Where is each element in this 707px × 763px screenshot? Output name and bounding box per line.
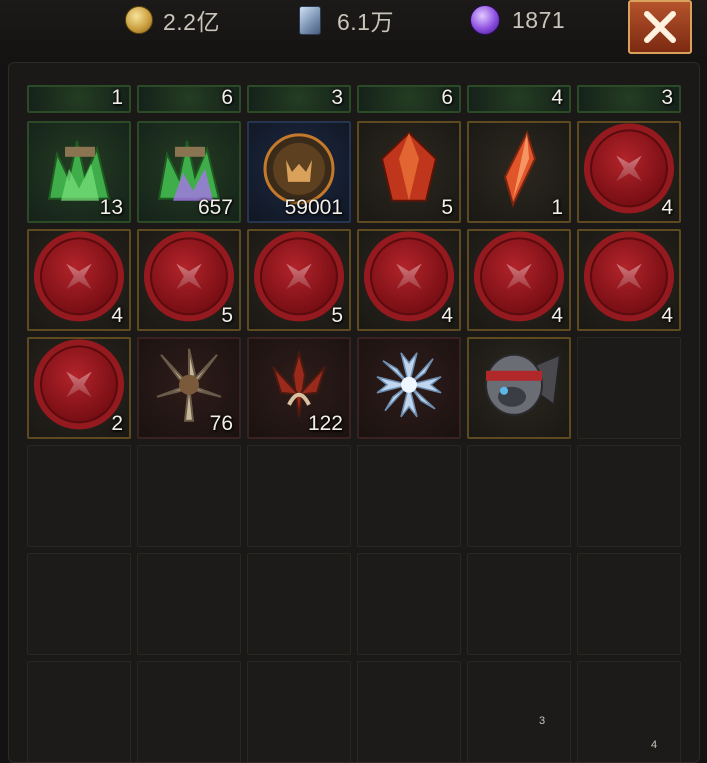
fire-crystal-icon: [380, 131, 438, 202]
footer-number: 3: [539, 715, 546, 727]
item-count: 6: [221, 86, 233, 109]
inventory-slot[interactable]: [357, 337, 461, 439]
ice-flower-icon: [376, 352, 442, 418]
item-count: 3: [331, 86, 343, 109]
inventory-slot[interactable]: 122: [247, 337, 351, 439]
item-count: 5: [221, 304, 233, 327]
item-count: 122: [307, 412, 343, 435]
inventory-slot[interactable]: 5: [247, 229, 351, 331]
item-count: 4: [661, 304, 673, 327]
inventory-slot[interactable]: 2: [27, 337, 131, 439]
item-count: 5: [331, 304, 343, 327]
purple-orb-icon: [470, 5, 500, 35]
card-currency: 6.1万: [299, 4, 394, 36]
inventory-slot[interactable]: 59001: [247, 121, 351, 223]
empty-slot[interactable]: [357, 661, 461, 762]
orb-value: 1871: [512, 6, 566, 33]
item-count: 4: [551, 86, 563, 109]
inventory-slot[interactable]: 4: [577, 229, 681, 331]
gold-coin-icon: [125, 6, 153, 34]
item-count: 2: [111, 412, 123, 435]
inventory-slot[interactable]: 6: [137, 85, 241, 113]
item-count: 13: [99, 196, 123, 219]
close-icon: [644, 11, 676, 43]
inventory-slot[interactable]: 4: [467, 85, 571, 113]
empty-slot[interactable]: [27, 445, 131, 547]
inventory-slot[interactable]: 5: [137, 229, 241, 331]
empty-slot[interactable]: [577, 553, 681, 655]
item-count: 1: [551, 196, 563, 219]
inventory-slot[interactable]: 1: [467, 121, 571, 223]
inventory-slot[interactable]: 4: [467, 229, 571, 331]
empty-slot[interactable]: [247, 661, 351, 762]
inventory-slot[interactable]: 3: [577, 85, 681, 113]
inventory-slot[interactable]: 5: [357, 121, 461, 223]
bandit-helmet-icon: [485, 353, 562, 416]
item-count: 3: [661, 86, 673, 109]
card-icon: [299, 5, 321, 35]
item-count: 657: [197, 196, 233, 219]
orb-currency: 1871: [470, 4, 565, 36]
empty-slot[interactable]: [27, 553, 131, 655]
inventory-panel: 1 6 3 6 4 3 13 657 59001 5 1 4 4 5 5 4 4…: [8, 62, 700, 763]
item-count: 5: [441, 196, 453, 219]
empty-slot[interactable]: [467, 553, 571, 655]
empty-slot[interactable]: [467, 445, 571, 547]
empty-slot[interactable]: [577, 337, 681, 439]
empty-slot[interactable]: [137, 661, 241, 762]
inventory-slot[interactable]: 657: [137, 121, 241, 223]
empty-slot[interactable]: [577, 661, 681, 762]
inventory-slot[interactable]: 4: [27, 229, 131, 331]
empty-slot[interactable]: [357, 553, 461, 655]
inventory-slot[interactable]: 4: [577, 121, 681, 223]
inventory-slot[interactable]: 4: [357, 229, 461, 331]
item-count: 76: [209, 412, 233, 435]
close-button[interactable]: [628, 0, 692, 54]
item-count: 6: [441, 86, 453, 109]
gold-currency: 2.2亿: [125, 4, 220, 36]
empty-slot[interactable]: [357, 445, 461, 547]
item-count: 59001: [284, 196, 343, 219]
item-count: 4: [551, 304, 563, 327]
empty-slot[interactable]: [137, 445, 241, 547]
inventory-slot[interactable]: 13: [27, 121, 131, 223]
item-count: 4: [661, 196, 673, 219]
currency-bar: 2.2亿 6.1万 1871: [0, 0, 707, 60]
empty-slot[interactable]: [137, 553, 241, 655]
inventory-slot[interactable]: [467, 337, 571, 439]
item-count: 4: [441, 304, 453, 327]
empty-slot[interactable]: [247, 553, 351, 655]
footer-number: 4: [651, 739, 658, 751]
empty-slot[interactable]: [27, 661, 131, 762]
item-count: 1: [111, 86, 123, 109]
inventory-slot[interactable]: 1: [27, 85, 131, 113]
ember-shard-icon: [503, 130, 537, 208]
card-value: 6.1万: [337, 9, 394, 35]
empty-slot[interactable]: [577, 445, 681, 547]
empty-slot[interactable]: [247, 445, 351, 547]
inventory-slot[interactable]: 6: [357, 85, 461, 113]
empty-slot[interactable]: [467, 661, 571, 762]
inventory-slot[interactable]: 76: [137, 337, 241, 439]
item-count: 4: [111, 304, 123, 327]
inventory-slot[interactable]: 3: [247, 85, 351, 113]
gold-value: 2.2亿: [163, 9, 220, 35]
